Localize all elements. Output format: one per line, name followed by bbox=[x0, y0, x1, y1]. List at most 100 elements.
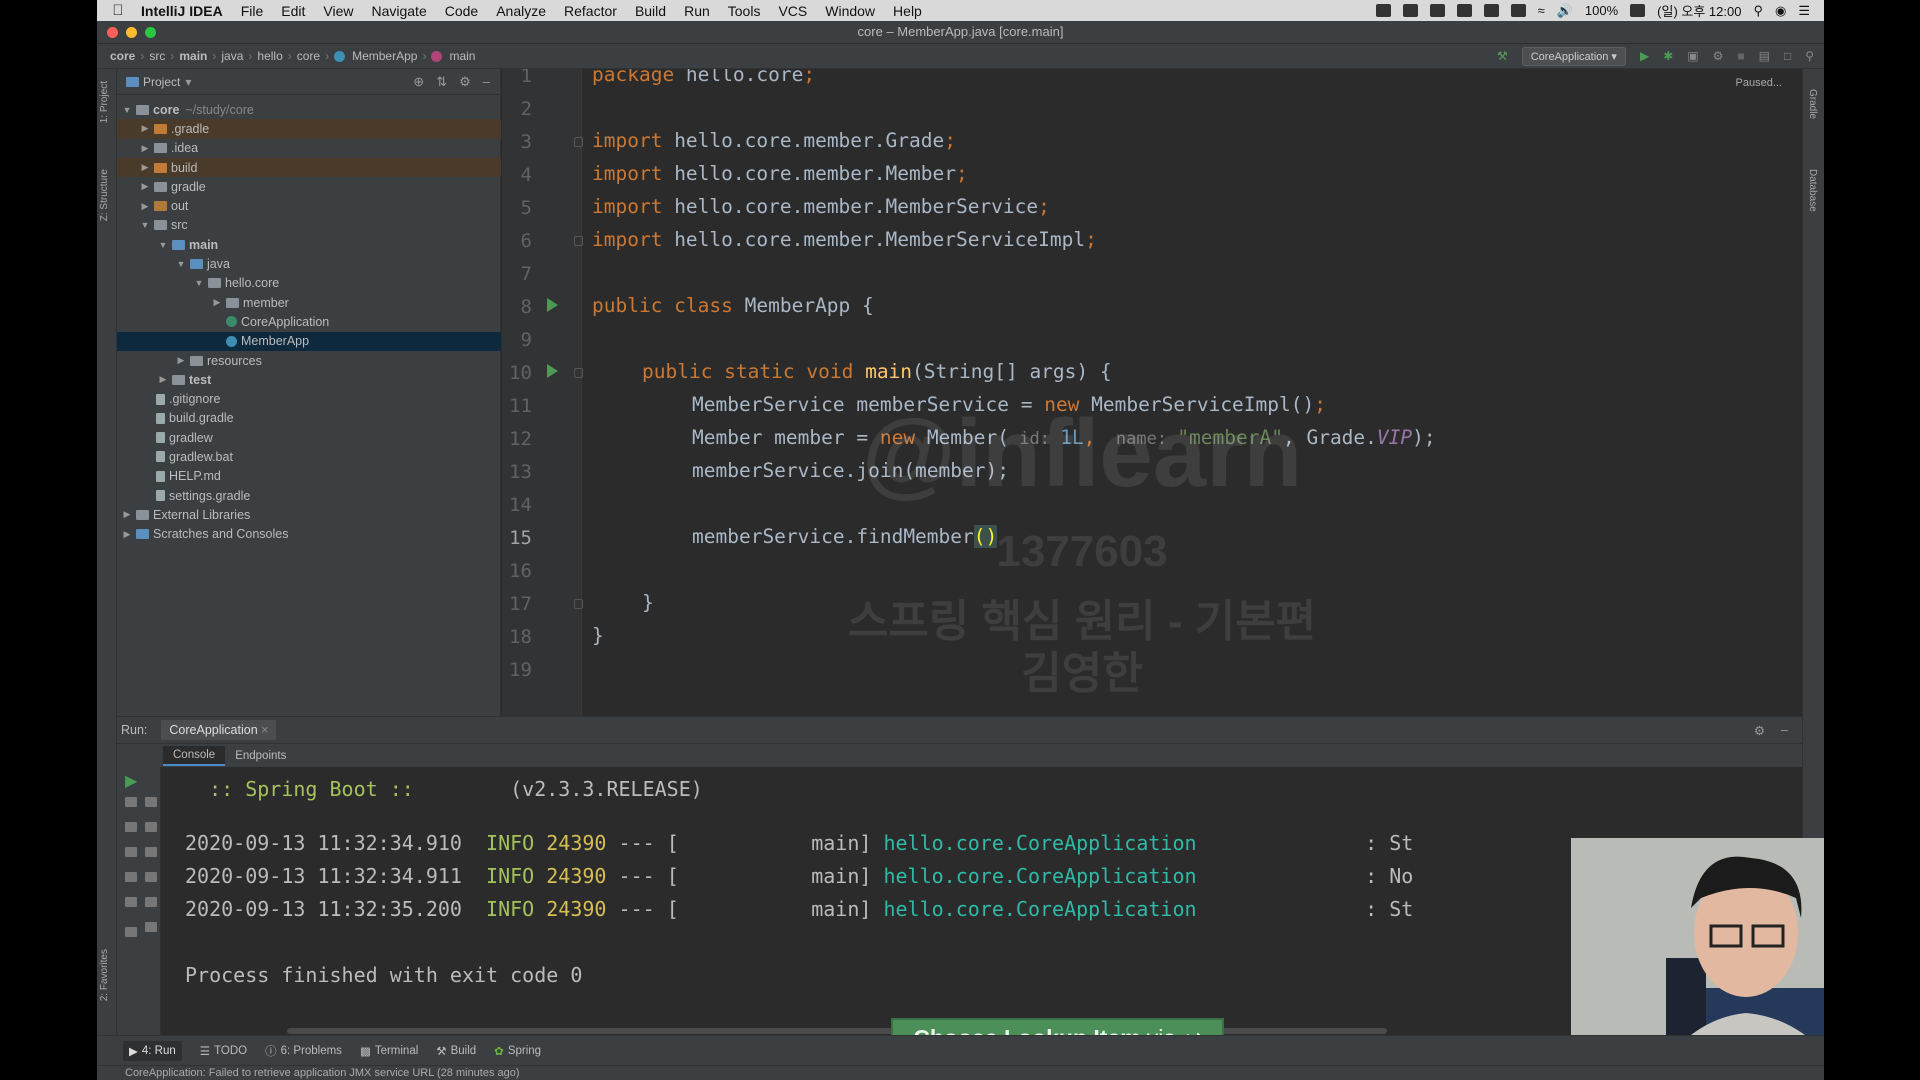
menu-tools[interactable]: Tools bbox=[728, 3, 761, 19]
tree-node-settings-gradle[interactable]: settings.gradle bbox=[117, 486, 501, 505]
fold-icon[interactable] bbox=[574, 368, 583, 378]
fold-icon[interactable] bbox=[574, 236, 583, 246]
battery-icon[interactable] bbox=[1630, 4, 1646, 17]
run-icon[interactable]: ▶ bbox=[1640, 49, 1649, 63]
fold-icon[interactable] bbox=[574, 599, 583, 609]
layout-icon[interactable] bbox=[125, 897, 137, 907]
tree-node-hello-core[interactable]: ▼ hello.core bbox=[117, 274, 501, 293]
menu-vcs[interactable]: VCS bbox=[778, 3, 807, 19]
tree-node-core[interactable]: ▼ core ~/study/core bbox=[117, 100, 501, 119]
wifi-icon[interactable]: ≈ bbox=[1538, 3, 1545, 18]
siri-icon[interactable]: ◉ bbox=[1775, 3, 1786, 19]
cloud-icon[interactable] bbox=[1429, 4, 1445, 17]
tree-node-main[interactable]: ▼ main bbox=[117, 235, 501, 254]
pin-icon[interactable] bbox=[125, 927, 137, 937]
console-output[interactable]: :: Spring Boot :: (v2.3.3.RELEASE) 2020-… bbox=[169, 767, 1529, 1036]
run-main-gutter-icon[interactable] bbox=[547, 364, 558, 378]
run-configuration-select[interactable]: CoreApplication ▾ bbox=[1521, 46, 1626, 66]
exit-icon[interactable] bbox=[125, 872, 137, 882]
code-editor[interactable]: 1 2 3 4 5 6 7 8 9 10 11 12 13 14 15 16 1… bbox=[502, 69, 1824, 716]
control-center-icon[interactable]: ☰ bbox=[1798, 3, 1810, 19]
shield-icon[interactable] bbox=[1402, 4, 1418, 17]
breadcrumb-hello[interactable]: hello bbox=[254, 49, 285, 63]
zoom-window-button[interactable] bbox=[145, 27, 156, 38]
tree-node-test[interactable]: ▶ test bbox=[117, 370, 501, 389]
tree-node-out[interactable]: ▶ out bbox=[117, 196, 501, 215]
breadcrumb-main[interactable]: main bbox=[176, 49, 210, 63]
menu-edit[interactable]: Edit bbox=[281, 3, 305, 19]
project-structure-icon[interactable]: ▤ bbox=[1759, 49, 1770, 63]
layout-icon[interactable]: □ bbox=[1784, 49, 1791, 63]
database-tool-tab[interactable]: Database bbox=[1807, 169, 1818, 212]
apple-icon[interactable]:  bbox=[105, 2, 131, 19]
battery-label[interactable]: 100% bbox=[1585, 3, 1618, 18]
stop-icon[interactable]: ■ bbox=[1737, 49, 1744, 63]
run-tab-coreapplication[interactable]: CoreApplication × bbox=[161, 720, 277, 740]
minimize-panel-icon[interactable]: – bbox=[1781, 723, 1788, 738]
profile-icon[interactable]: ⚙ bbox=[1713, 49, 1724, 63]
spotlight-search-icon[interactable]: ⚲ bbox=[1753, 3, 1763, 19]
breadcrumb-core-pkg[interactable]: core bbox=[294, 49, 323, 63]
tree-node-resources[interactable]: ▶ resources bbox=[117, 351, 501, 370]
menu-window[interactable]: Window bbox=[825, 3, 875, 19]
print-icon[interactable] bbox=[145, 897, 157, 907]
search-everywhere-icon[interactable]: ⚲ bbox=[1805, 49, 1814, 63]
debug-icon[interactable]: ✱ bbox=[1663, 49, 1673, 63]
fold-icon[interactable] bbox=[574, 137, 583, 147]
tree-node-scratches[interactable]: ▶ Scratches and Consoles bbox=[117, 525, 501, 544]
locate-icon[interactable]: ⊕ bbox=[413, 74, 424, 90]
hide-panel-icon[interactable]: – bbox=[483, 74, 490, 90]
screen-record-icon[interactable] bbox=[1375, 4, 1391, 17]
scroll-to-end-icon[interactable] bbox=[145, 872, 157, 882]
tree-node-member[interactable]: ▶ member bbox=[117, 293, 501, 312]
menu-app[interactable]: IntelliJ IDEA bbox=[141, 3, 223, 19]
soft-wrap-icon[interactable] bbox=[145, 847, 157, 857]
menu-analyze[interactable]: Analyze bbox=[496, 3, 546, 19]
menu-help[interactable]: Help bbox=[893, 3, 922, 19]
gradle-tool-tab[interactable]: Gradle bbox=[1807, 89, 1818, 119]
structure-tool-tab[interactable]: Z: Structure bbox=[99, 169, 110, 221]
breadcrumb-method-main[interactable]: main bbox=[446, 49, 478, 63]
gear-icon[interactable]: ⚙ bbox=[1754, 723, 1765, 738]
breadcrumb-core[interactable]: core bbox=[107, 49, 138, 63]
tool-tab-spring[interactable]: ✿ Spring bbox=[494, 1044, 541, 1058]
tool-tab-todo[interactable]: ☰ TODO bbox=[200, 1044, 247, 1058]
coverage-icon[interactable]: ▣ bbox=[1687, 49, 1698, 63]
tree-node-java[interactable]: ▼ java bbox=[117, 254, 501, 273]
tree-node-coreapplication[interactable]: CoreApplication bbox=[117, 312, 501, 331]
clock[interactable]: (일) 오후 12:00 bbox=[1657, 1, 1741, 20]
breadcrumb-java[interactable]: java bbox=[218, 49, 246, 63]
run-class-gutter-icon[interactable] bbox=[547, 298, 558, 312]
close-window-button[interactable] bbox=[107, 27, 118, 38]
camera-icon[interactable] bbox=[125, 822, 137, 832]
tree-node-gradle-dir[interactable]: ▶ .gradle bbox=[117, 119, 501, 139]
tool-tab-build[interactable]: ⚒ Build bbox=[436, 1044, 476, 1058]
tree-node-gradlew[interactable]: gradlew bbox=[117, 428, 501, 447]
trash-icon[interactable] bbox=[145, 922, 157, 932]
menu-code[interactable]: Code bbox=[445, 3, 478, 19]
tab-endpoints[interactable]: Endpoints bbox=[225, 747, 296, 765]
project-view-select[interactable]: Project bbox=[143, 75, 180, 89]
gear-icon[interactable]: ⚙ bbox=[459, 74, 471, 90]
tree-node-help-md[interactable]: HELP.md bbox=[117, 467, 501, 486]
close-tab-icon[interactable]: × bbox=[261, 723, 268, 737]
menu-file[interactable]: File bbox=[241, 3, 264, 19]
scroll-down-icon[interactable] bbox=[145, 822, 157, 832]
scroll-up-icon[interactable] bbox=[145, 797, 157, 807]
clipboard-icon[interactable] bbox=[1456, 4, 1472, 17]
tree-node-external-libraries[interactable]: ▶ External Libraries bbox=[117, 505, 501, 524]
collapse-all-icon[interactable]: ⇅ bbox=[436, 74, 447, 90]
breadcrumb-memberapp[interactable]: MemberApp bbox=[349, 49, 420, 63]
restore-layout-icon[interactable] bbox=[125, 847, 137, 857]
minimize-window-button[interactable] bbox=[126, 27, 137, 38]
build-hammer-icon[interactable]: ⚒ bbox=[1497, 49, 1508, 63]
menu-run[interactable]: Run bbox=[684, 3, 710, 19]
tree-node-build-gradle[interactable]: build.gradle bbox=[117, 409, 501, 428]
tree-node-src[interactable]: ▼ src bbox=[117, 216, 501, 235]
tool-tab-run[interactable]: ▶ 4: Run bbox=[123, 1040, 182, 1061]
tree-node-memberapp[interactable]: MemberApp bbox=[117, 331, 501, 351]
tree-node-idea[interactable]: ▶ .idea bbox=[117, 139, 501, 158]
tool-tab-terminal[interactable]: ▩ Terminal bbox=[360, 1044, 418, 1058]
menu-build[interactable]: Build bbox=[635, 3, 666, 19]
tree-node-gradle[interactable]: ▶ gradle bbox=[117, 177, 501, 196]
